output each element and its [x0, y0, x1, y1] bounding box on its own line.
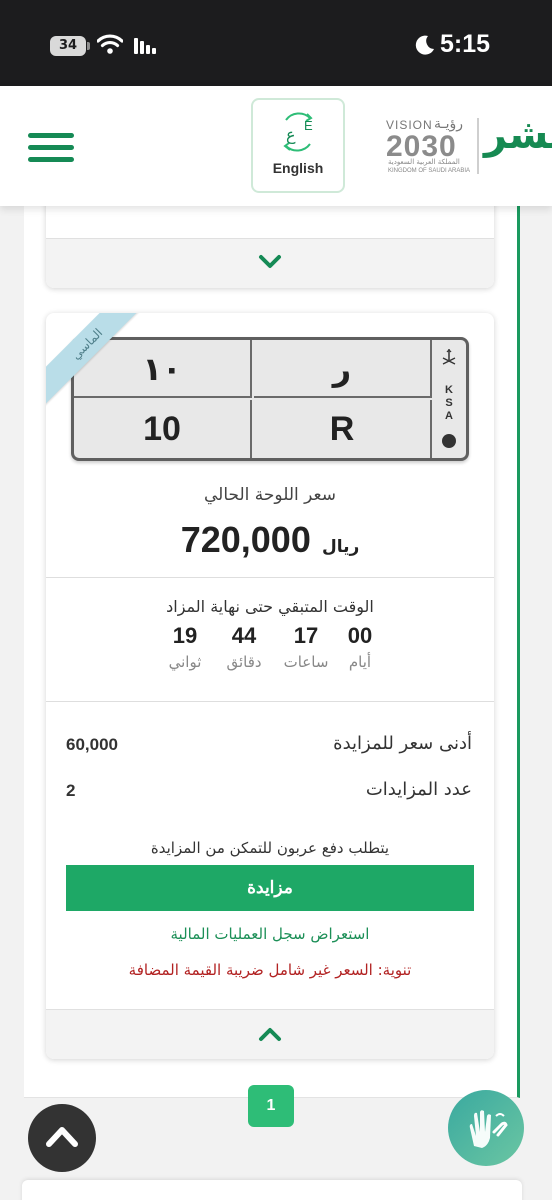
collapse-toggle[interactable] — [46, 1009, 494, 1059]
menu-bar — [28, 133, 74, 138]
timer-seconds-label: ثواني — [168, 653, 202, 671]
pagination-page-button[interactable]: 1 — [248, 1085, 294, 1127]
license-plate: ١٠ ر 10 R K S A — [71, 337, 469, 461]
logo-divider — [477, 118, 479, 174]
vat-note: تنوية: السعر غير شامل ضريبة القيمة المضا… — [128, 961, 412, 979]
plate-auction-card: ١٠ ر 10 R K S A الماسي سعر اللوحة الحالي… — [46, 313, 494, 1059]
language-label: English — [272, 160, 324, 176]
plate-letter-en: R — [254, 400, 432, 458]
min-bid-label: أدنى سعر للمزايدة — [333, 733, 472, 754]
bid-count-value: 2 — [66, 781, 76, 800]
timer-hours-label: ساعات — [283, 653, 329, 671]
chevron-up-icon — [46, 1127, 78, 1147]
expand-toggle[interactable] — [46, 238, 494, 288]
timer-hours: 17 ساعات — [281, 623, 331, 671]
plate-number-en: 10 — [74, 400, 252, 458]
plate-side-strip: K S A — [432, 340, 466, 458]
vision-country-en: KINGDOM OF SAUDI ARABIA — [388, 168, 471, 174]
menu-bar — [28, 157, 74, 162]
signal-icon — [134, 38, 156, 54]
battery-tip — [87, 42, 90, 50]
scroll-to-top-button[interactable] — [28, 1104, 96, 1172]
wifi-icon — [97, 34, 123, 54]
timer-days-label: أيام — [348, 653, 372, 671]
moon-icon — [415, 35, 434, 55]
deposit-note: يتطلب دفع عربون للتمكن من المزايدة — [150, 839, 390, 857]
sign-language-icon — [469, 1110, 508, 1148]
timer-hours-value: 17 — [293, 623, 319, 648]
language-glyph-en: E — [304, 118, 313, 133]
status-bar: 34 5:15 — [0, 0, 552, 86]
app-header: E ع English VISION رؤيـة 2030 المملكة ال… — [0, 86, 552, 206]
absher-logo: أبشر — [484, 112, 552, 158]
next-section-panel — [22, 1180, 522, 1200]
timer-days: 00 أيام — [335, 623, 385, 671]
plate-letter-ar: ر — [254, 340, 432, 398]
timer-label: الوقت المتبقي حتى نهاية المزاد — [166, 597, 374, 616]
timer-minutes-value: 44 — [231, 623, 257, 648]
battery-level: 34 — [58, 38, 78, 53]
timer-seconds: 19 ثواني — [160, 623, 210, 671]
min-bid-value: 60,000 — [66, 735, 118, 754]
timer-minutes: 44 دقائق — [219, 623, 269, 671]
price-currency: ريال — [321, 537, 360, 557]
bid-count-label: عدد المزايدات — [365, 779, 472, 800]
bid-button[interactable]: مزايدة — [66, 865, 474, 911]
plate-side-letter: K — [445, 384, 453, 396]
saudi-emblem-icon — [442, 349, 456, 365]
plate-side-letter: A — [445, 410, 453, 422]
sign-language-button[interactable] — [448, 1090, 524, 1166]
chevron-up-icon — [259, 1028, 281, 1041]
menu-bar — [28, 145, 74, 150]
clock: 5:15 — [440, 30, 491, 58]
timer-days-value: 00 — [347, 623, 373, 648]
plate-side-letter: S — [445, 397, 453, 409]
price-value: 720,000 — [180, 519, 311, 560]
menu-button[interactable] — [28, 133, 74, 163]
vision-2030-logo: VISION رؤيـة 2030 المملكة العربية السعود… — [386, 116, 470, 178]
language-switch-icon: E ع — [283, 112, 313, 152]
timer-seconds-value: 19 — [172, 623, 198, 648]
price-label: سعر اللوحة الحالي — [204, 485, 336, 505]
financial-history-link[interactable]: استعراض سجل العمليات المالية — [46, 925, 494, 943]
price-row: ريال 720,000 — [46, 519, 494, 561]
divider — [46, 701, 494, 702]
language-button[interactable]: E ع English — [251, 98, 345, 193]
divider — [46, 577, 494, 578]
chevron-down-icon — [259, 255, 281, 268]
timer-minutes-label: دقائق — [226, 653, 262, 671]
language-glyph-ar: ع — [286, 125, 296, 145]
battery-icon: 34 — [50, 36, 86, 56]
vision-country-ar: المملكة العربية السعودية — [388, 158, 460, 166]
plate-dot — [442, 434, 456, 448]
